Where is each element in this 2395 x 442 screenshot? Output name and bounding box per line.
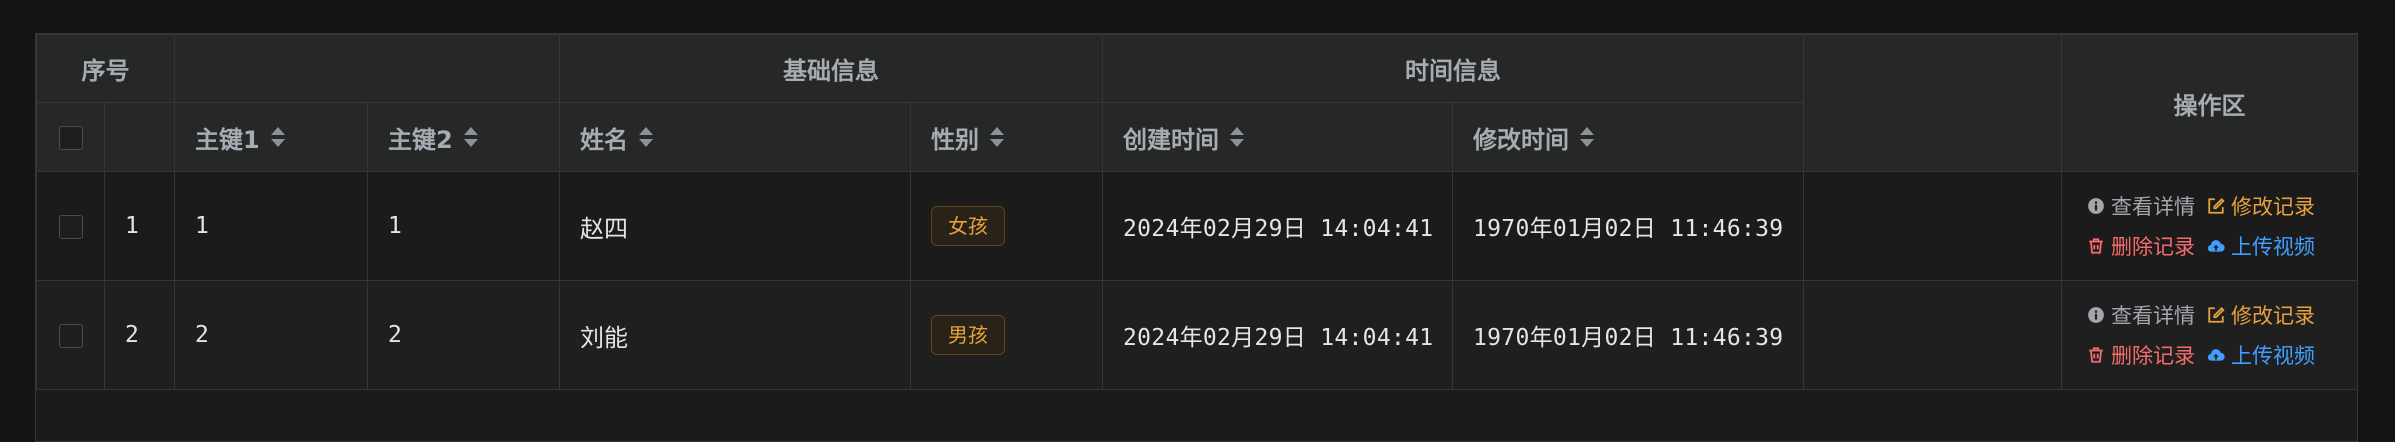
col-label-gender: 性别 <box>931 125 979 154</box>
cell-created: 2024年02月29日 14:04:41 <box>1102 280 1453 390</box>
upload-video-button[interactable]: 上传视频 <box>2207 340 2315 370</box>
table-row: 1 1 1 赵四 女孩 2024年02月29日 14:04:41 1970年01… <box>36 171 2357 281</box>
sort-caret-icon[interactable] <box>638 125 654 149</box>
header-time-info: 时间信息 <box>1102 34 1804 103</box>
delete-record-button[interactable]: 删除记录 <box>2087 231 2195 261</box>
delete-record-button[interactable]: 删除记录 <box>2087 340 2195 370</box>
col-header-key1[interactable]: 主键1 <box>174 102 368 172</box>
ops-group: 查看详情 修改记录 删除记录 上传视频 <box>2082 300 2337 370</box>
delete-record-label: 删除记录 <box>2111 344 2195 368</box>
row-index: 2 <box>104 280 175 390</box>
col-header-modified[interactable]: 修改时间 <box>1452 102 1804 172</box>
table-row: 2 2 2 刘能 男孩 2024年02月29日 14:04:41 1970年01… <box>36 280 2357 390</box>
cell-key2: 1 <box>367 171 560 281</box>
upload-video-label: 上传视频 <box>2231 344 2315 368</box>
cell-ops: 查看详情 修改记录 删除记录 上传视频 <box>2061 280 2357 390</box>
view-detail-button[interactable]: 查看详情 <box>2087 300 2195 330</box>
sort-caret-icon[interactable] <box>989 125 1005 149</box>
col-label-key1: 主键1 <box>195 125 260 154</box>
view-detail-button[interactable]: 查看详情 <box>2087 191 2195 221</box>
info-circle-icon <box>2088 198 2104 214</box>
edit-record-button[interactable]: 修改记录 <box>2207 191 2315 221</box>
header-empty <box>1803 34 2062 172</box>
sort-caret-icon[interactable] <box>463 125 479 149</box>
cell-ops: 查看详情 修改记录 删除记录 上传视频 <box>2061 171 2357 281</box>
view-detail-label: 查看详情 <box>2111 304 2195 328</box>
sort-caret-icon[interactable] <box>270 125 286 149</box>
edit-record-button[interactable]: 修改记录 <box>2207 300 2315 330</box>
page: 序号 基础信息 时间信息 操作区 主键1 主键2 姓名 性别 创建时间 修改时间… <box>0 0 2395 442</box>
col-header-key2[interactable]: 主键2 <box>367 102 560 172</box>
ops-line: 删除记录 上传视频 <box>2087 231 2337 261</box>
info-circle-icon <box>2088 307 2104 323</box>
cell-empty <box>1803 280 2062 390</box>
row-index: 1 <box>104 171 175 281</box>
row-select-cell <box>36 280 105 390</box>
delete-record-label: 删除记录 <box>2111 235 2195 259</box>
cell-key1: 1 <box>174 171 368 281</box>
cell-empty <box>1803 171 2062 281</box>
edit-icon <box>2208 306 2225 323</box>
records-table: 序号 基础信息 时间信息 操作区 主键1 主键2 姓名 性别 创建时间 修改时间… <box>36 34 2357 390</box>
header-seq: 序号 <box>36 34 175 103</box>
row-checkbox[interactable] <box>58 324 83 348</box>
trash-icon <box>2089 347 2103 363</box>
cell-key1: 2 <box>174 280 368 390</box>
edit-record-label: 修改记录 <box>2231 304 2315 328</box>
data-table: 序号 基础信息 时间信息 操作区 主键1 主键2 姓名 性别 创建时间 修改时间… <box>35 33 2358 442</box>
header-group-row: 序号 基础信息 时间信息 操作区 <box>36 34 2357 172</box>
ops-line: 删除记录 上传视频 <box>2087 340 2337 370</box>
header-basic-info: 基础信息 <box>559 34 1103 103</box>
ops-line: 查看详情 修改记录 <box>2087 191 2337 221</box>
trash-icon <box>2089 238 2103 254</box>
cell-modified: 1970年01月02日 11:46:39 <box>1452 171 1804 281</box>
row-select-cell <box>36 171 105 281</box>
table-body: 1 1 1 赵四 女孩 2024年02月29日 14:04:41 1970年01… <box>36 171 2357 390</box>
table-header: 序号 基础信息 时间信息 操作区 主键1 主键2 姓名 性别 创建时间 修改时间 <box>36 34 2357 172</box>
sort-caret-icon[interactable] <box>1229 125 1245 149</box>
cell-key2: 2 <box>367 280 560 390</box>
gender-tag: 女孩 <box>931 206 1005 246</box>
row-checkbox[interactable] <box>58 215 83 239</box>
cell-gender: 男孩 <box>910 280 1103 390</box>
col-label-key2: 主键2 <box>388 125 453 154</box>
ops-group: 查看详情 修改记录 删除记录 上传视频 <box>2082 191 2337 261</box>
col-header-gender[interactable]: 性别 <box>910 102 1103 172</box>
cell-modified: 1970年01月02日 11:46:39 <box>1452 280 1804 390</box>
cloud-upload-icon <box>2207 349 2225 361</box>
cell-name: 赵四 <box>559 171 911 281</box>
cell-created: 2024年02月29日 14:04:41 <box>1102 171 1453 281</box>
header-index <box>104 102 175 172</box>
gender-tag: 男孩 <box>931 315 1005 355</box>
col-label-name: 姓名 <box>580 125 628 154</box>
select-all-checkbox[interactable] <box>58 126 83 150</box>
cell-name: 刘能 <box>559 280 911 390</box>
upload-video-label: 上传视频 <box>2231 235 2315 259</box>
header-ops: 操作区 <box>2061 34 2357 172</box>
view-detail-label: 查看详情 <box>2111 195 2195 219</box>
upload-video-button[interactable]: 上传视频 <box>2207 231 2315 261</box>
col-header-name[interactable]: 姓名 <box>559 102 911 172</box>
edit-record-label: 修改记录 <box>2231 195 2315 219</box>
cell-gender: 女孩 <box>910 171 1103 281</box>
cloud-upload-icon <box>2207 240 2225 252</box>
header-empty-keys <box>174 34 560 103</box>
edit-icon <box>2208 197 2225 214</box>
header-select-all <box>36 102 105 172</box>
sort-caret-icon[interactable] <box>1579 125 1595 149</box>
ops-line: 查看详情 修改记录 <box>2087 300 2337 330</box>
col-header-created[interactable]: 创建时间 <box>1102 102 1453 172</box>
col-label-created: 创建时间 <box>1123 125 1219 154</box>
col-label-modified: 修改时间 <box>1473 125 1569 154</box>
